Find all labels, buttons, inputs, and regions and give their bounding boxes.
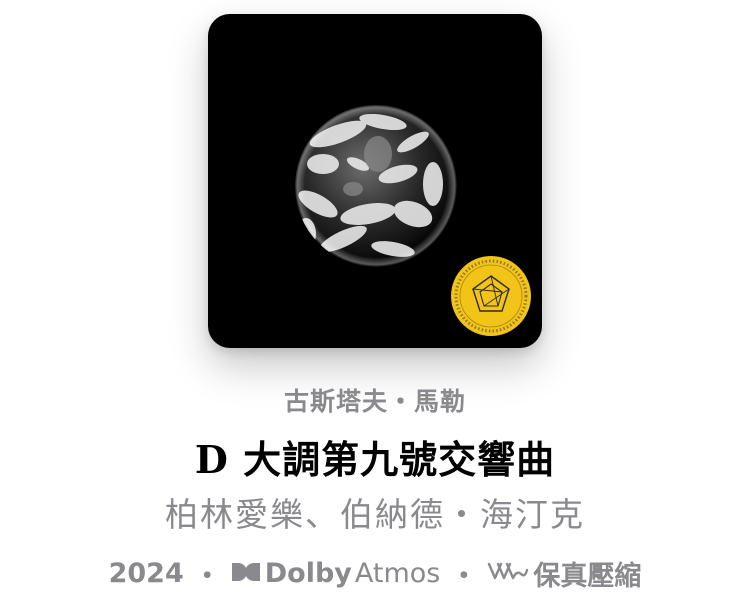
album-artwork[interactable]: [208, 14, 542, 348]
release-year: 2024: [108, 557, 184, 589]
lossless-icon: [487, 558, 529, 589]
artist-name[interactable]: 柏林愛樂、伯納德・海汀克: [0, 493, 750, 537]
composer-name[interactable]: 古斯塔夫・馬勒: [0, 384, 750, 420]
earth-image: [295, 105, 531, 336]
label-badge: [451, 256, 531, 336]
separator-dot: ・: [193, 560, 221, 592]
dolby-brand: Dolby: [264, 557, 352, 589]
dolby-format: Atmos: [354, 557, 441, 589]
lossless-label: 保真壓縮: [533, 560, 642, 592]
album-title: D 大調第九號交響曲: [194, 437, 556, 482]
separator-dot: ・: [450, 560, 478, 592]
dolby-icon: [231, 558, 261, 589]
album-detail-page: 古斯塔夫・馬勒 D 大調第九號交響曲 柏林愛樂、伯納德・海汀克 2024 ・ D…: [0, 0, 750, 600]
album-meta-row: 2024 ・ Dolby Atmos ・ 保真壓縮: [0, 553, 750, 593]
